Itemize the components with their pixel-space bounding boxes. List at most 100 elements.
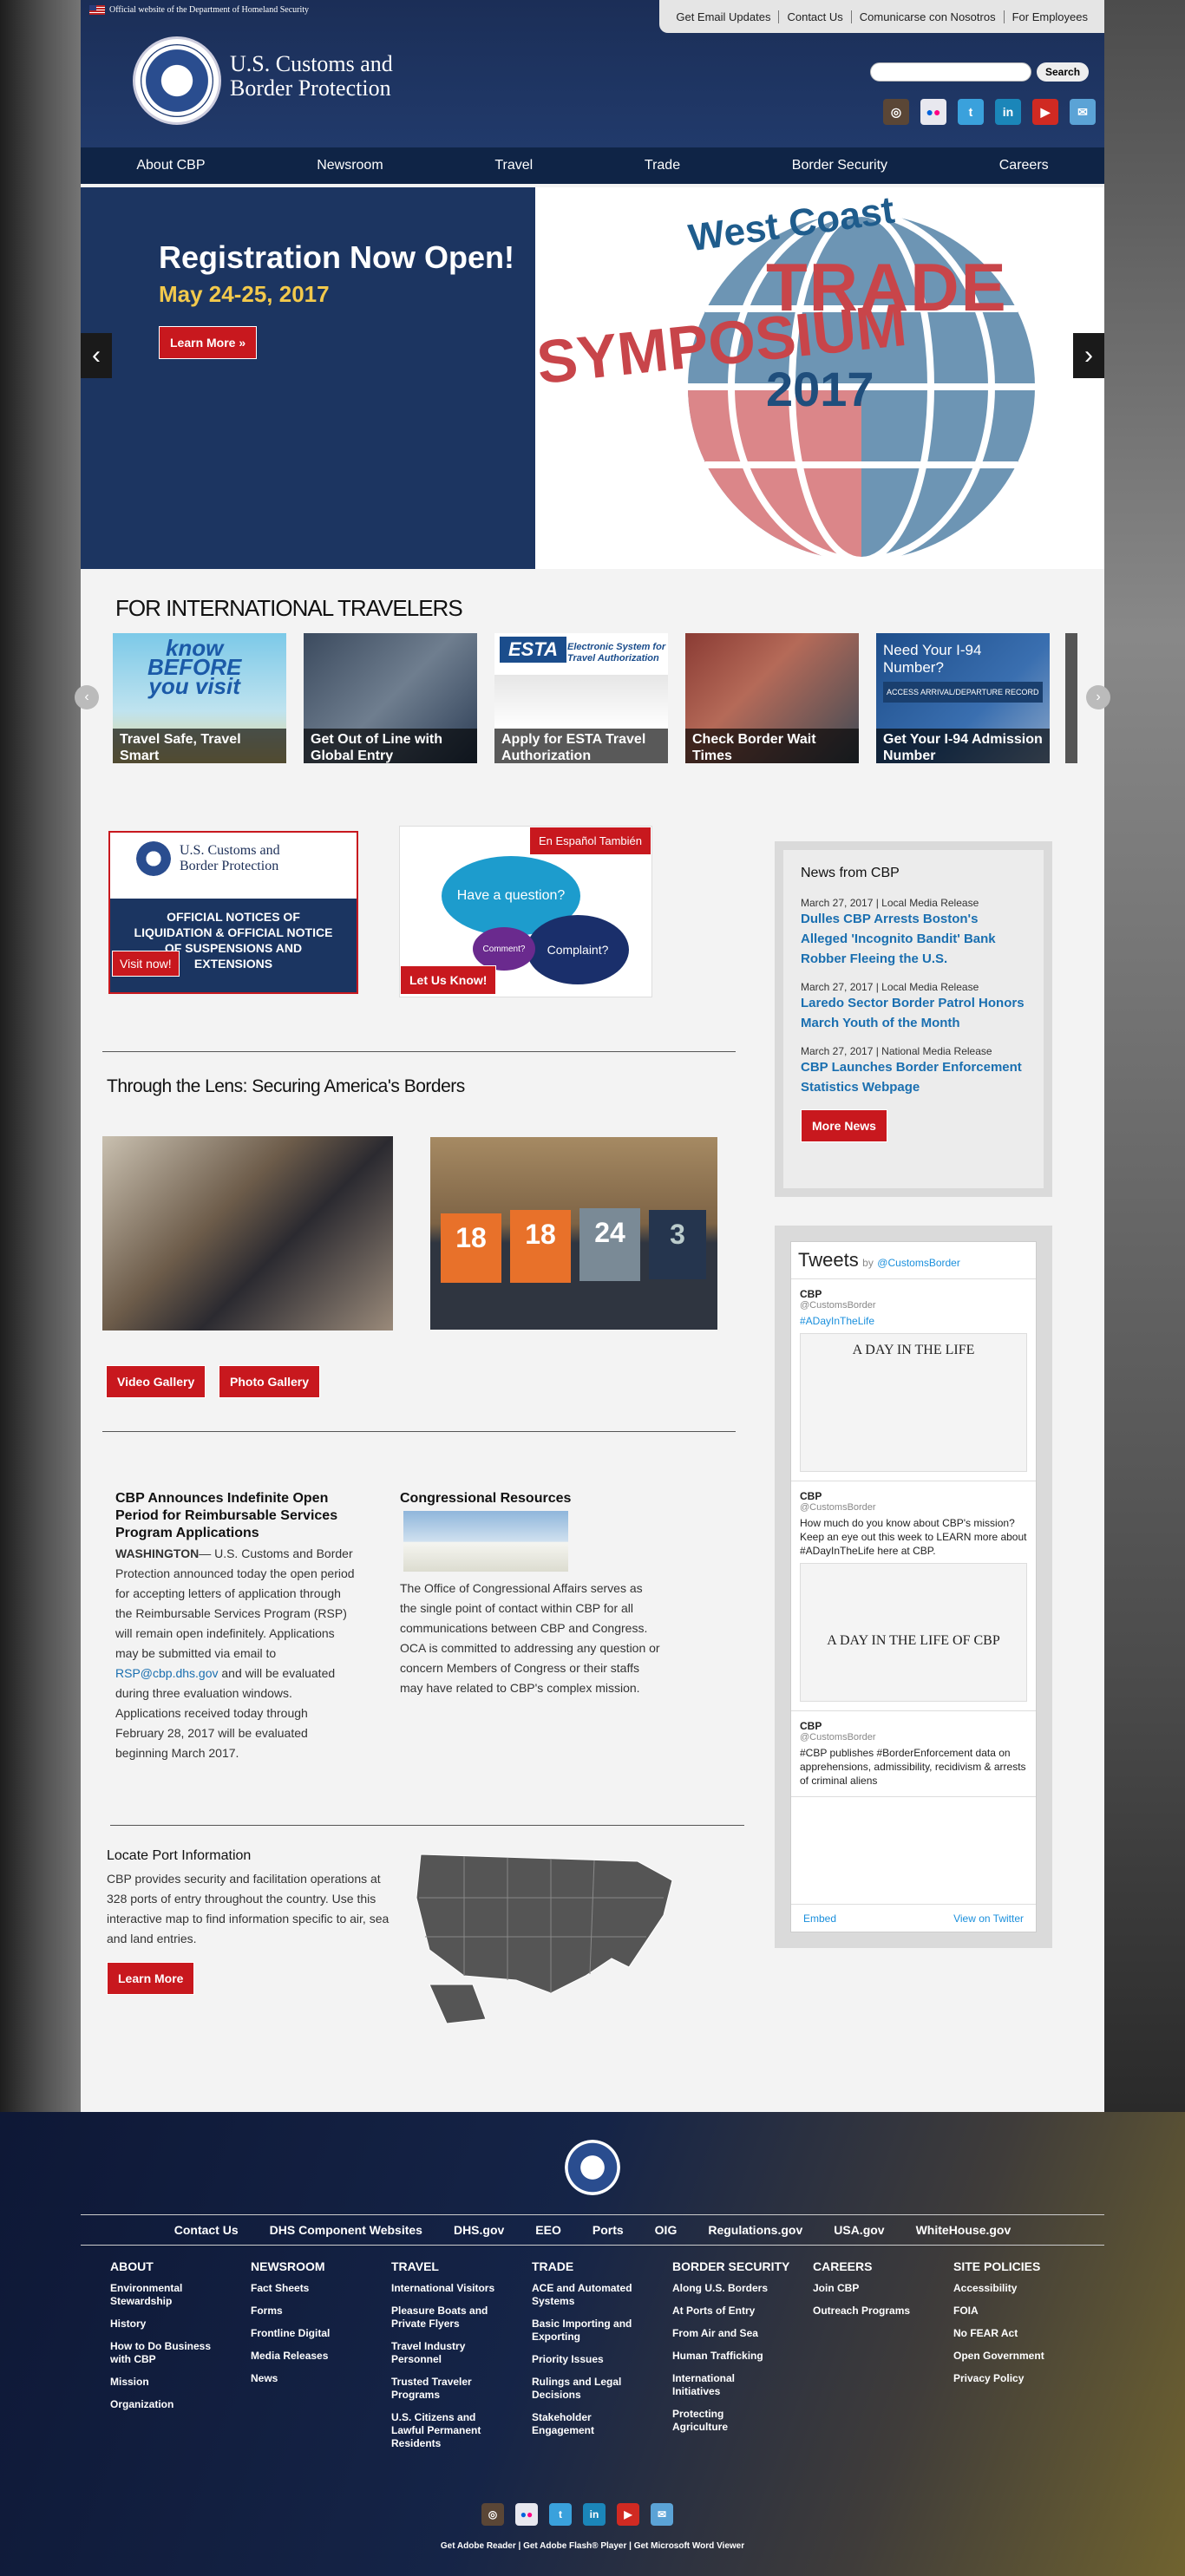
question-promo[interactable]: En Español También Have a question? Comp…	[399, 826, 652, 997]
tweet-image[interactable]: A DAY IN THE LIFE OF CBP	[800, 1563, 1027, 1702]
card-global-entry[interactable]: Get Out of Line with Global Entry	[304, 633, 477, 763]
footer-link[interactable]: EEO	[535, 2223, 561, 2237]
guitarist-photo[interactable]	[102, 1136, 393, 1330]
footer-link[interactable]: Ports	[592, 2223, 624, 2237]
footer-link[interactable]: Contact Us	[174, 2223, 239, 2237]
nav-border-security[interactable]: Border Security	[792, 158, 887, 173]
more-news-button[interactable]: More News	[801, 1109, 887, 1142]
footer-col-link[interactable]: Forms	[251, 2305, 355, 2318]
port-learn-more-button[interactable]: Learn More	[107, 1962, 195, 1995]
footer-col-link[interactable]: Open Government	[953, 2350, 1057, 2363]
footer-col-link[interactable]: How to Do Business with CBP	[110, 2340, 214, 2366]
hero-learn-more-button[interactable]: Learn More »	[159, 326, 258, 359]
card-i94[interactable]: Need Your I-94 Number? ACCESS ARRIVAL/DEPA…	[876, 633, 1050, 763]
youtube-icon[interactable]: ▶	[617, 2503, 639, 2526]
footer-col-link[interactable]: Fact Sheets	[251, 2282, 355, 2295]
news-link[interactable]: CBP Launches Border Enforcement Statisti…	[801, 1057, 1026, 1097]
news-link[interactable]: Dulles CBP Arrests Boston's Alleged 'Inc…	[801, 909, 1026, 969]
photo-gallery-button[interactable]: Photo Gallery	[219, 1365, 321, 1398]
footer-col-link[interactable]: Travel Industry Personnel	[391, 2340, 495, 2366]
tweets-handle[interactable]: @CustomsBorder	[877, 1257, 960, 1269]
nav-newsroom[interactable]: Newsroom	[317, 158, 383, 173]
footer-link[interactable]: DHS.gov	[454, 2223, 504, 2237]
twitter-icon[interactable]: t	[958, 99, 984, 125]
footer-col-link[interactable]: FOIA	[953, 2305, 1057, 2318]
video-gallery-button[interactable]: Video Gallery	[106, 1365, 206, 1398]
footer-col-link[interactable]: Priority Issues	[532, 2353, 636, 2366]
footer-col-link[interactable]: At Ports of Entry	[672, 2305, 776, 2318]
nav-travel[interactable]: Travel	[494, 158, 533, 173]
spanish-contact-link[interactable]: Comunicarse con Nosotros	[850, 10, 1004, 23]
footer-col-link[interactable]: Mission	[110, 2376, 214, 2389]
flickr-icon[interactable]: ● ●	[920, 99, 946, 125]
footer-col-link[interactable]: Human Trafficking	[672, 2350, 776, 2363]
tweet-author[interactable]: CBP	[800, 1490, 1027, 1502]
footer-col-link[interactable]: ACE and Automated Systems	[532, 2282, 636, 2308]
instagram-icon[interactable]: ◎	[481, 2503, 504, 2526]
footer-col-link[interactable]: Protecting Agriculture	[672, 2408, 776, 2434]
linkedin-icon[interactable]: in	[583, 2503, 606, 2526]
footer-col-link[interactable]: Privacy Policy	[953, 2372, 1057, 2385]
congress-title[interactable]: Congressional Resources	[400, 1490, 660, 1507]
footer-col-link[interactable]: U.S. Citizens and Lawful Permanent Resid…	[391, 2411, 495, 2450]
liquidation-promo[interactable]: U.S. Customs and Border Protection OFFICI…	[108, 831, 358, 994]
footer-col-link[interactable]: Stakeholder Engagement	[532, 2411, 636, 2437]
search-button[interactable]: Search	[1037, 62, 1090, 82]
site-brand[interactable]: U.S. Customs and Border Protection	[230, 52, 393, 101]
embed-link[interactable]: Embed	[803, 1912, 836, 1925]
email-updates-link[interactable]: Get Email Updates	[668, 10, 778, 23]
flickr-icon[interactable]: ● ●	[515, 2503, 538, 2526]
nav-careers[interactable]: Careers	[999, 158, 1049, 173]
tweet-author[interactable]: CBP	[800, 1720, 1027, 1732]
twitter-icon[interactable]: t	[549, 2503, 572, 2526]
carousel-prev-icon[interactable]: ‹	[75, 685, 99, 709]
dhs-seal-logo[interactable]	[133, 36, 221, 125]
let-us-know-button[interactable]: Let Us Know!	[400, 965, 497, 995]
footer-link[interactable]: USA.gov	[834, 2223, 884, 2237]
view-on-twitter-link[interactable]: View on Twitter	[953, 1912, 1024, 1925]
rsp-email-link[interactable]: RSP@cbp.dhs.gov	[115, 1666, 219, 1680]
hero-prev-arrow[interactable]: ‹	[81, 333, 112, 378]
footer-col-link[interactable]: Join CBP	[813, 2282, 917, 2295]
footer-col-link[interactable]: Outreach Programs	[813, 2305, 917, 2318]
footer-col-link[interactable]: Pleasure Boats and Private Flyers	[391, 2305, 495, 2331]
nav-trade[interactable]: Trade	[645, 158, 680, 173]
visit-now-button[interactable]: Visit now!	[112, 951, 180, 977]
footer-link[interactable]: WhiteHouse.gov	[916, 2223, 1012, 2237]
footer-col-link[interactable]: Environmental Stewardship	[110, 2282, 214, 2308]
employees-link[interactable]: For Employees	[1003, 10, 1096, 23]
footer-link[interactable]: OIG	[655, 2223, 678, 2237]
footer-col-link[interactable]: Trusted Traveler Programs	[391, 2376, 495, 2402]
email-icon[interactable]: ✉	[1070, 99, 1096, 125]
tweet-text[interactable]: #ADayInTheLife	[800, 1314, 1027, 1328]
footer-col-link[interactable]: No FEAR Act	[953, 2327, 1057, 2340]
footer-col-link[interactable]: Organization	[110, 2398, 214, 2411]
footer-col-link[interactable]: Rulings and Legal Decisions	[532, 2376, 636, 2402]
footer-col-link[interactable]: History	[110, 2318, 214, 2331]
footer-seal-logo[interactable]	[565, 2140, 620, 2195]
footer-col-link[interactable]: News	[251, 2372, 355, 2385]
footer-link[interactable]: DHS Component Websites	[270, 2223, 422, 2237]
search-input[interactable]	[870, 62, 1031, 82]
tweet-author[interactable]: CBP	[800, 1288, 1027, 1300]
footer-col-link[interactable]: International Initiatives	[672, 2372, 776, 2398]
card-esta[interactable]: ESTA Electronic System for Travel Authori…	[494, 633, 668, 763]
linkedin-icon[interactable]: in	[995, 99, 1021, 125]
spanish-badge[interactable]: En Español También	[528, 827, 651, 855]
carousel-next-icon[interactable]: ›	[1086, 685, 1110, 709]
footer-col-link[interactable]: Along U.S. Borders	[672, 2282, 776, 2295]
footer-col-link[interactable]: Frontline Digital	[251, 2327, 355, 2340]
footer-col-link[interactable]: Basic Importing and Exporting	[532, 2318, 636, 2344]
contact-us-link[interactable]: Contact Us	[778, 10, 850, 23]
nav-about[interactable]: About CBP	[136, 158, 205, 173]
rsp-article-title[interactable]: CBP Announces Indefinite Open Period for…	[115, 1490, 358, 1542]
email-icon[interactable]: ✉	[651, 2503, 673, 2526]
card-wait-times[interactable]: Check Border Wait Times	[685, 633, 859, 763]
footer-col-link[interactable]: International Visitors	[391, 2282, 495, 2295]
twitter-timeline[interactable]: Tweets by @CustomsBorder CBP @CustomsBor…	[790, 1241, 1037, 1932]
footer-col-link[interactable]: From Air and Sea	[672, 2327, 776, 2340]
tweet-image[interactable]: A DAY IN THE LIFE	[800, 1333, 1027, 1472]
us-map[interactable]	[412, 1846, 681, 2028]
youtube-icon[interactable]: ▶	[1032, 99, 1058, 125]
card-travel-safe[interactable]: know BEFORE you visit Travel Safe, Travel …	[113, 633, 286, 763]
